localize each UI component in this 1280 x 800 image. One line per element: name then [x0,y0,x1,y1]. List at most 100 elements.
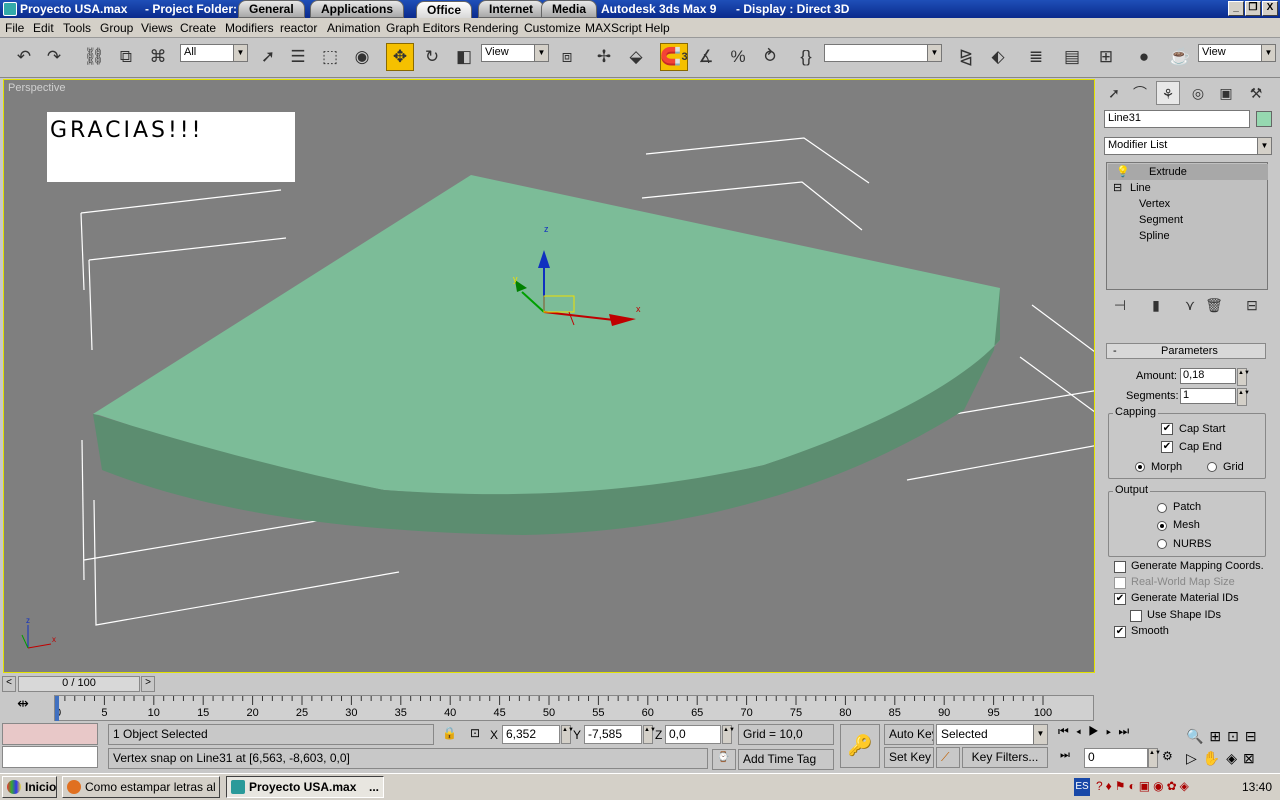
y-coordinate-field[interactable]: -7,585 [584,725,642,744]
reference-coordinate-dropdown[interactable]: View ▼ [481,44,549,62]
stack-item-extrude[interactable]: 💡 Extrude [1108,164,1268,180]
start-button[interactable]: Inicio [2,776,57,798]
select-by-name-icon[interactable]: ☰ [284,43,312,71]
show-end-result-icon[interactable]: ▮ [1144,293,1168,317]
maxscript-listener-white[interactable] [2,746,98,768]
menu-help[interactable]: Help [645,21,670,35]
taskbar-3dsmax[interactable]: Proyecto USA.max... [226,776,384,798]
mesh-radio[interactable] [1157,521,1167,531]
key-mode-icon[interactable]: ⏭ [1060,749,1070,762]
x-coordinate-field[interactable]: 6,352 [502,725,560,744]
patch-radio[interactable] [1157,503,1167,513]
segments-field[interactable]: 1 [1180,388,1236,404]
hierarchy-icon[interactable]: ◎ [1186,81,1210,105]
pointer-icon[interactable]: ➚ [1102,81,1126,105]
maximize-button[interactable]: ❐ [1245,1,1261,16]
absolute-mode-icon[interactable]: ⊡ [470,726,480,740]
select-and-rotate-icon[interactable]: ↻ [418,43,446,71]
lightbulb-icon[interactable]: 💡 [1116,165,1130,178]
minimize-button[interactable]: _ [1228,1,1244,16]
menu-rendering[interactable]: Rendering [463,21,518,35]
track-bar-icon[interactable]: ⇹ [10,695,36,717]
menu-graph-editors[interactable]: Graph Editors [386,21,460,35]
cap-end-checkbox[interactable]: ✔ [1161,441,1173,453]
tab-internet[interactable]: Internet [478,0,545,18]
auto-key-button[interactable]: Auto Key [884,724,934,745]
morph-radio[interactable] [1135,462,1145,472]
tray-icons[interactable]: ?♦⚑◐▣◉✿◈ [1096,779,1192,793]
unlink-icon[interactable]: ⧉ [112,43,140,71]
render-type-dropdown[interactable]: View ▼ [1198,44,1276,62]
menu-maxscript[interactable]: MAXScript [585,21,642,35]
amount-spinner[interactable]: ▲▼ [1237,368,1250,386]
z-coordinate-field[interactable]: 0,0 [665,725,721,744]
pin-stack-icon[interactable]: ⊣ [1108,293,1132,317]
taskbar-firefox[interactable]: Como estampar letras al ... [62,776,220,798]
grid-radio[interactable] [1207,462,1217,472]
key-filters-button[interactable]: Key Filters... [962,747,1048,768]
undo-icon[interactable]: ↶ [10,43,38,71]
add-time-tag[interactable]: Add Time Tag [738,749,834,770]
edit-named-selection-icon[interactable]: {} [792,43,820,71]
frame-spinner[interactable]: ▲▼ [1148,748,1161,768]
align-icon[interactable]: ⬖ [984,43,1012,71]
menu-modifiers[interactable]: Modifiers [225,21,274,35]
manipulate-icon[interactable]: ✢ [590,43,618,71]
select-object-icon[interactable]: ➚ [254,43,282,71]
set-key-icon[interactable]: 🔑 [840,724,880,768]
modifier-stack[interactable]: 💡 Extrude ⊟ Line Vertex Segment Spline [1106,162,1268,290]
menu-customize[interactable]: Customize [524,21,581,35]
expand-icon[interactable]: ⊟ [1113,181,1122,194]
lock-selection-icon[interactable]: 🔒 [442,726,457,740]
time-slider-prev[interactable]: < [2,676,16,692]
stack-item-vertex[interactable]: Vertex [1139,198,1170,210]
curve-editor-icon[interactable]: ▤ [1058,43,1086,71]
motion-icon[interactable]: ▣ [1214,81,1238,105]
tab-general[interactable]: General [238,0,305,18]
utilities-icon[interactable]: ⚒ [1244,81,1268,105]
remove-modifier-icon[interactable]: 🗑 [1202,293,1226,317]
default-tangent-icon[interactable]: ⟋ [936,747,960,768]
menu-reactor[interactable]: reactor [280,21,317,35]
create-icon[interactable]: ⌒ [1128,81,1152,105]
nurbs-radio[interactable] [1157,539,1167,549]
modifier-list-dropdown[interactable]: Modifier List ▼ [1104,137,1272,155]
parameters-rollout-header[interactable]: - Parameters [1106,343,1266,359]
object-color-swatch[interactable] [1256,111,1272,127]
x-spinner[interactable]: ▲▼ [561,725,574,744]
stack-item-line[interactable]: Line [1130,182,1151,194]
smooth-checkbox[interactable]: ✔ [1114,626,1126,638]
menu-views[interactable]: Views [141,21,173,35]
select-and-link-icon[interactable]: ⛓ [80,43,108,71]
time-tag-icon[interactable]: ⌚ [712,749,736,770]
material-editor-icon[interactable]: ● [1130,43,1158,71]
stack-item-segment[interactable]: Segment [1139,214,1183,226]
generate-material-ids-checkbox[interactable]: ✔ [1114,593,1126,605]
cap-start-checkbox[interactable]: ✔ [1161,423,1173,435]
tab-applications[interactable]: Applications [310,0,405,18]
segments-spinner[interactable]: ▲▼ [1237,388,1250,406]
set-key-button[interactable]: Set Key [884,747,934,768]
menu-edit[interactable]: Edit [33,21,54,35]
redo-icon[interactable]: ↷ [40,43,68,71]
time-slider[interactable]: 0 / 100 [18,676,140,692]
menu-tools[interactable]: Tools [63,21,91,35]
amount-field[interactable]: 0,18 [1180,368,1236,384]
menu-group[interactable]: Group [100,21,133,35]
language-indicator[interactable]: ES [1074,778,1090,796]
track-bar[interactable]: 0510152025303540455055606570758085909510… [54,695,1094,721]
use-shape-ids-checkbox[interactable] [1130,610,1142,622]
close-button[interactable]: X [1262,1,1278,16]
select-and-scale-icon[interactable]: ◧ [450,43,478,71]
pivot-center-icon[interactable]: ⧈ [553,43,581,71]
object-name-field[interactable]: Line31 [1104,110,1250,128]
z-spinner[interactable]: ▲▼ [722,725,735,744]
angle-snap-icon[interactable]: ∡ [692,43,720,71]
layer-manager-icon[interactable]: ≣ [1022,43,1050,71]
stack-item-spline[interactable]: Spline [1139,230,1170,242]
render-scene-icon[interactable]: ☕ [1166,43,1194,71]
menu-file[interactable]: File [5,21,24,35]
playback-controls[interactable]: ⏮◂▶▸⏭ [1058,724,1180,746]
real-world-map-size-checkbox[interactable] [1114,577,1126,589]
rectangular-selection-icon[interactable]: ⬚ [316,43,344,71]
